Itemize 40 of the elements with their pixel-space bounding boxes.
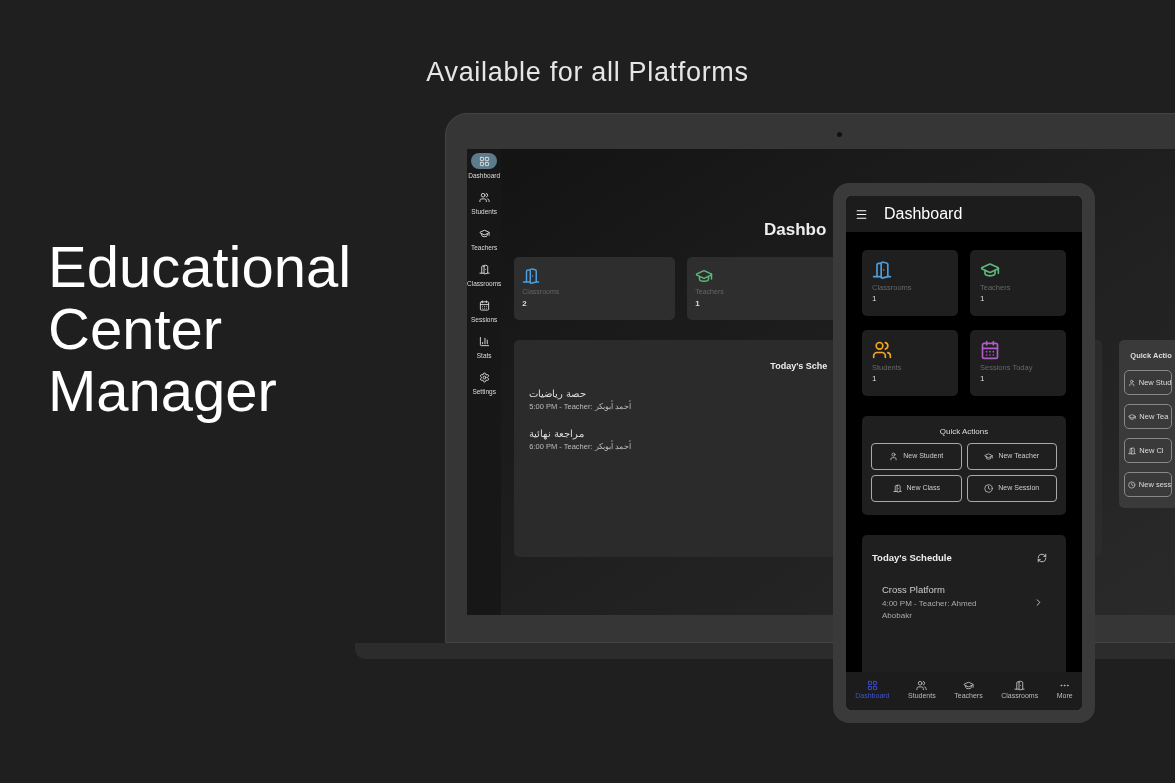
stat-value: 1 xyxy=(695,297,701,310)
app-title: Educational Center Manager xyxy=(48,236,353,422)
graduation-cap-icon xyxy=(962,680,974,692)
door-icon xyxy=(478,263,490,275)
graduation-cap-icon xyxy=(984,452,994,461)
session-detail: 4:00 PM - Teacher: Ahmed Abobakr xyxy=(882,597,978,622)
page-title: Dashbo xyxy=(763,220,827,239)
dashboard-icon xyxy=(866,680,878,692)
door-icon xyxy=(1014,680,1026,692)
camera-icon xyxy=(837,132,842,137)
session-name: حصة رياضيات xyxy=(529,387,587,401)
door-icon xyxy=(1128,446,1137,455)
settings-icon xyxy=(478,371,490,383)
headline: Available for all Platforms xyxy=(425,56,750,89)
calendar-icon xyxy=(478,299,490,311)
graduation-cap-icon xyxy=(1128,412,1137,421)
bar-chart-icon xyxy=(478,335,490,347)
person-icon xyxy=(1128,378,1136,387)
clock-icon xyxy=(1128,480,1136,489)
clock-icon xyxy=(984,484,994,493)
refresh-icon[interactable] xyxy=(1037,553,1047,564)
people-icon xyxy=(916,680,928,692)
graduation-cap-icon xyxy=(478,227,490,239)
schedule-item[interactable]: Cross Platform 4:00 PM - Teacher: Ahmed Abobakr xyxy=(872,583,1056,622)
person-icon xyxy=(889,452,899,461)
stat-value: 1 xyxy=(980,293,986,306)
stat-value: 2 xyxy=(522,297,528,310)
quick-actions-title: Quick Actions xyxy=(939,426,989,438)
schedule-title: Today's Sche xyxy=(770,361,828,371)
menu-icon[interactable] xyxy=(855,207,868,221)
session-name: مراجعة نهائية xyxy=(529,427,585,442)
people-icon xyxy=(478,191,490,203)
schedule-title: Today's Schedule xyxy=(872,551,952,565)
dashboard-icon xyxy=(478,155,490,167)
session-name: Cross Platform xyxy=(882,583,946,598)
stat-value: 1 xyxy=(980,373,986,386)
screen-title: Dashboard xyxy=(884,204,963,224)
stat-value: 1 xyxy=(872,373,878,386)
stat-value: 1 xyxy=(872,293,878,306)
door-icon xyxy=(892,484,902,493)
